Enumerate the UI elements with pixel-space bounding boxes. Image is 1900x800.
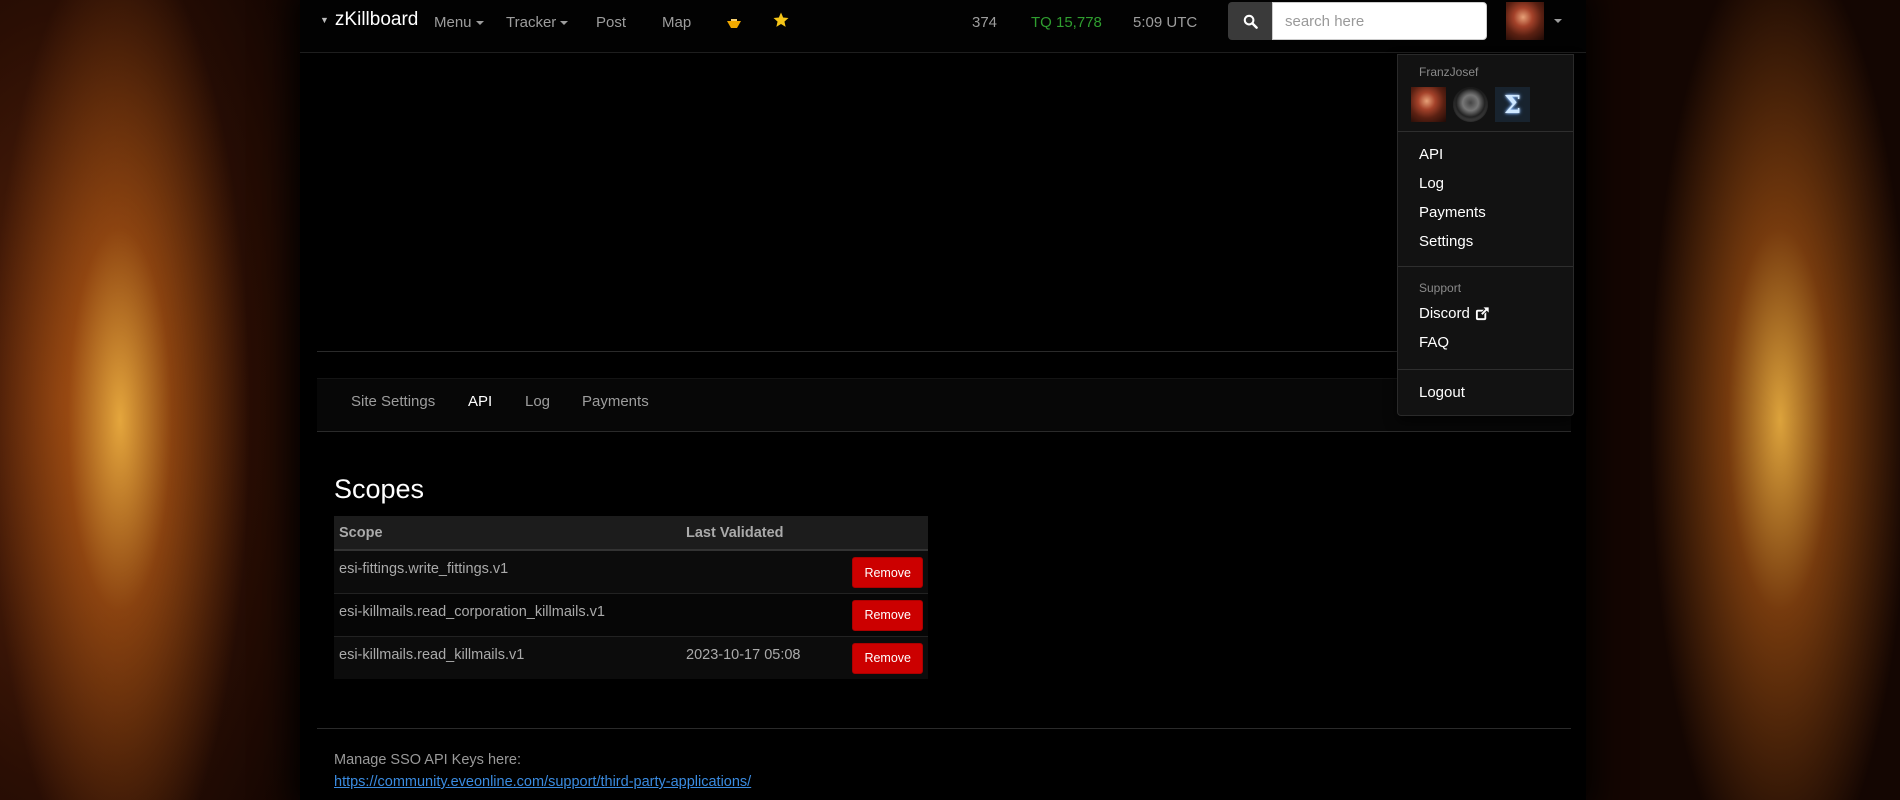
support-header: Support [1419, 281, 1462, 295]
table-row: esi-killmails.read_killmails.v1 2023-10-… [334, 635, 928, 679]
discord-label: Discord [1419, 305, 1470, 322]
last-validated [681, 592, 838, 636]
server-time: 5:09 UTC [1133, 14, 1198, 31]
avatar [1506, 2, 1544, 40]
menu-label: Menu [434, 14, 472, 31]
table-header-row: Scope Last Validated [334, 516, 928, 551]
scope-name: esi-killmails.read_killmails.v1 [334, 635, 681, 679]
ship-icon[interactable] [726, 18, 742, 34]
caret-down-icon [1554, 19, 1562, 23]
remove-button[interactable]: Remove [852, 599, 923, 631]
search-icon [1243, 14, 1258, 29]
tab-payments[interactable]: Payments [582, 393, 649, 410]
tracker-dropdown[interactable]: Tracker [506, 14, 569, 31]
dropdown-item-discord[interactable]: Discord [1419, 305, 1490, 322]
dropdown-divider [1398, 266, 1573, 267]
ad-space [317, 53, 1571, 352]
sso-note: Manage SSO API Keys here: [334, 752, 521, 768]
settings-tabs: Site Settings API Log Payments [317, 378, 1571, 432]
last-validated: 2023-10-17 05:08 [681, 635, 838, 679]
tab-api[interactable]: API [468, 393, 492, 410]
dropdown-divider [1398, 369, 1573, 370]
tab-site-settings[interactable]: Site Settings [351, 393, 435, 410]
post-link[interactable]: Post [596, 14, 626, 31]
dropdown-item-faq[interactable]: FAQ [1419, 334, 1449, 351]
dropdown-item-settings[interactable]: Settings [1419, 233, 1473, 250]
column-header-scope: Scope [334, 516, 681, 551]
column-header-last-validated: Last Validated [681, 516, 838, 551]
external-link-icon [1475, 306, 1490, 321]
page-container: ▼ zKillboard Menu Tracker Post Map 374 T… [300, 0, 1586, 800]
tab-log[interactable]: Log [525, 393, 550, 410]
caret-down-icon [560, 21, 569, 26]
brand-link[interactable]: ▼ zKillboard [320, 9, 418, 31]
table-row: esi-fittings.write_fittings.v1 Remove [334, 549, 928, 593]
tracker-label: Tracker [506, 14, 557, 31]
remove-button[interactable]: Remove [852, 642, 923, 674]
navbar: ▼ zKillboard Menu Tracker Post Map 374 T… [300, 0, 1586, 53]
user-dropdown-menu: FranzJosef Σ API Log Payments Settings S… [1397, 54, 1574, 416]
online-count: 374 [972, 14, 998, 31]
star-icon[interactable] [772, 11, 790, 33]
character-portrait[interactable] [1411, 87, 1446, 122]
dropdown-username: FranzJosef [1419, 65, 1479, 79]
table-row: esi-killmails.read_corporation_killmails… [334, 592, 928, 636]
dropdown-item-log[interactable]: Log [1419, 175, 1444, 192]
remove-button[interactable]: Remove [852, 557, 923, 588]
dropdown-item-logout[interactable]: Logout [1419, 384, 1465, 401]
brand-caret-icon: ▼ [320, 15, 329, 25]
dropdown-item-payments[interactable]: Payments [1419, 204, 1486, 221]
user-menu-toggle[interactable] [1506, 2, 1562, 40]
scopes-heading: Scopes [334, 474, 425, 504]
dropdown-divider [1398, 131, 1573, 132]
section-divider [317, 728, 1571, 729]
alliance-logo[interactable] [1453, 87, 1488, 122]
map-link[interactable]: Map [662, 14, 691, 31]
menu-dropdown[interactable]: Menu [434, 14, 484, 31]
column-header-actions [838, 516, 928, 551]
last-validated [681, 549, 838, 593]
caret-down-icon [475, 21, 484, 26]
scope-name: esi-fittings.write_fittings.v1 [334, 549, 681, 593]
brand-label: zKillboard [334, 9, 419, 30]
corporation-logo[interactable]: Σ [1495, 87, 1530, 122]
character-portraits: Σ [1411, 87, 1530, 122]
search-input[interactable] [1272, 2, 1487, 40]
scope-name: esi-killmails.read_corporation_killmails… [334, 592, 681, 636]
search-button[interactable] [1228, 2, 1272, 40]
scopes-table: Scope Last Validated esi-fittings.write_… [334, 516, 928, 679]
sso-link[interactable]: https://community.eveonline.com/support/… [334, 774, 751, 790]
tq-status[interactable]: TQ 15,778 [1031, 14, 1102, 31]
dropdown-item-api[interactable]: API [1419, 146, 1443, 163]
